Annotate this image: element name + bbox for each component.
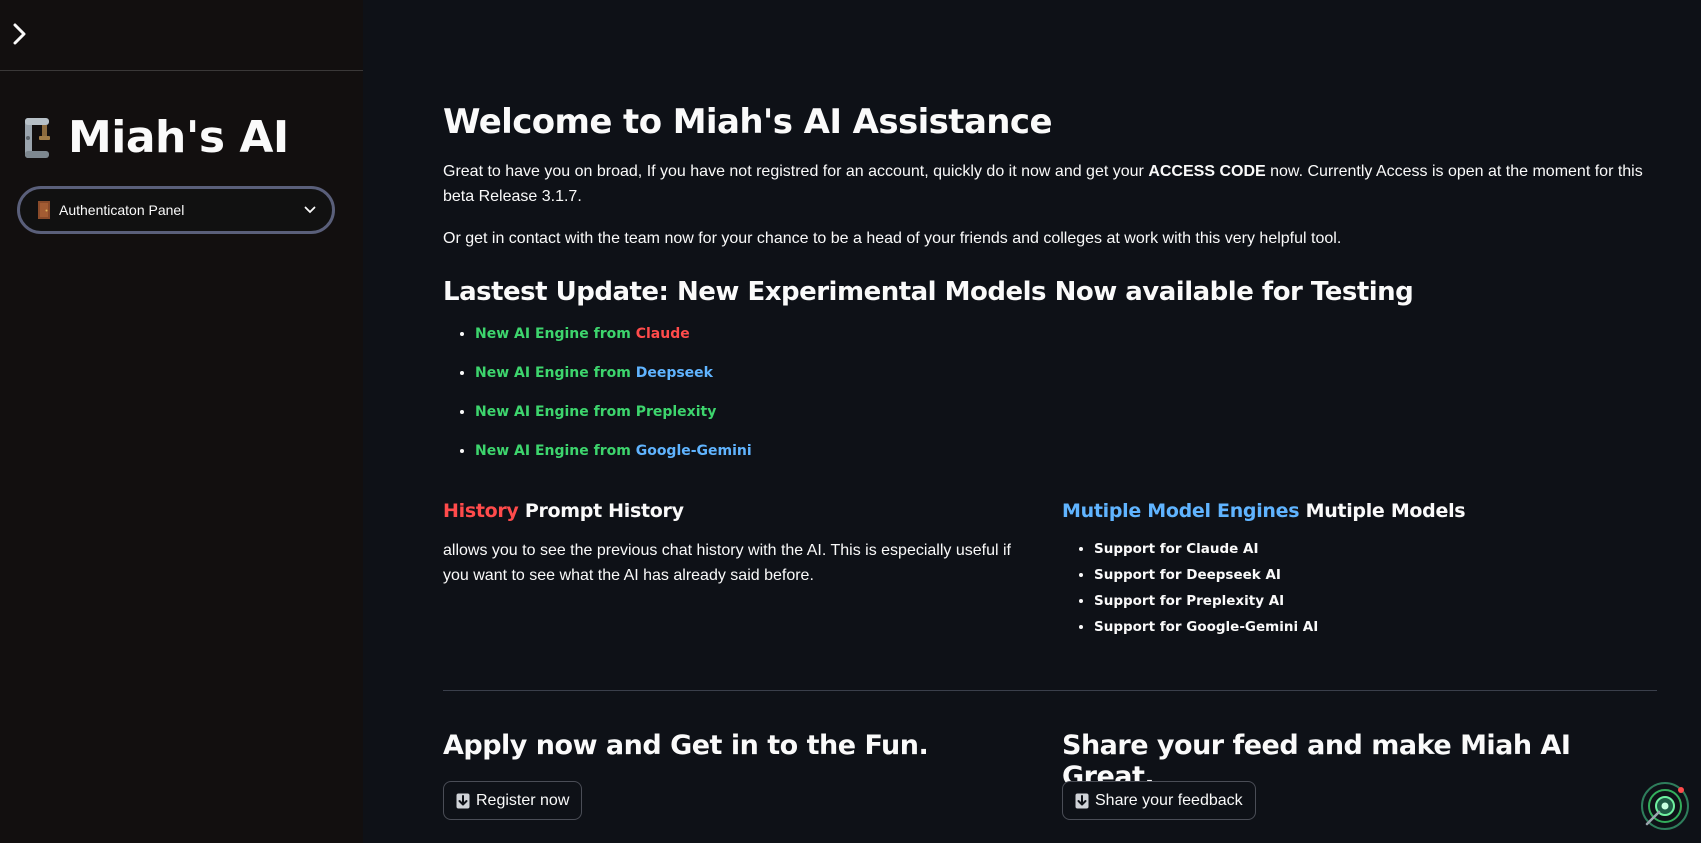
access-code-text: ACCESS CODE [1148,163,1266,180]
list-item: New AI Engine from Preplexity [475,404,752,443]
engine-name: Claude [635,326,690,342]
chevron-down-icon [304,206,316,214]
models-title: Mutiple Models [1299,500,1466,522]
list-item: Support for Preplexity AI [1094,593,1318,619]
history-description: allows you to see the previous chat hist… [443,542,1011,584]
intro-paragraph: Great to have you on broad, If you have … [443,159,1657,209]
history-title: Prompt History [518,500,684,522]
engine-prefix: New AI Engine from [475,365,636,381]
expand-sidebar-button[interactable] [8,20,32,48]
register-button[interactable]: Register now [443,781,583,820]
down-arrow-icon [456,793,470,808]
models-heading: Mutiple Model Engines Mutiple Models [1062,500,1466,522]
list-item: Support for Deepseek AI [1094,567,1318,593]
apply-heading: Apply now and Get in to the Fun. [443,730,929,761]
down-arrow-icon [1075,793,1089,808]
sidebar-header [0,0,363,71]
engine-name: Preplexity [635,404,717,420]
feedback-button-label: Share your feedback [1095,791,1243,809]
divider [443,690,1657,691]
list-item: Support for Claude AI [1094,541,1318,567]
sidebar-title: Miah's AI [68,112,289,163]
contact-paragraph: Or get in contact with the team now for … [443,230,1342,247]
list-item: Support for Google-Gemini AI [1094,619,1318,645]
history-heading: History Prompt History [443,500,684,522]
engine-prefix: New AI Engine from [475,326,636,342]
models-accent: Mutiple Model Engines [1062,500,1300,522]
authentication-panel-select[interactable]: Authenticaton Panel [17,186,335,234]
engine-list: New AI Engine from Claude New AI Engine … [443,326,752,482]
streamlit-status-icon[interactable] [1639,780,1691,832]
history-accent: History [443,500,519,522]
door-icon [38,201,50,219]
update-heading: Lastest Update: New Experimental Models … [443,277,1414,307]
engine-name: Deepseek [635,365,713,381]
chevron-right-icon [13,23,26,45]
clamp-icon [25,117,50,158]
sidebar: Miah's AI Authenticaton Panel [0,0,363,843]
engine-prefix: New AI Engine from [475,443,636,459]
page-title: Welcome to Miah's AI Assistance [443,102,1053,142]
main-content: Welcome to Miah's AI Assistance Great to… [443,0,1657,843]
engine-name: Google-Gemini [635,443,752,459]
feedback-button[interactable]: Share your feedback [1062,781,1256,820]
support-list: Support for Claude AI Support for Deepse… [1062,541,1318,645]
list-item: New AI Engine from Google-Gemini [475,443,752,482]
list-item: New AI Engine from Claude [475,326,752,365]
intro-text-1: Great to have you on broad, If you have … [443,163,1149,180]
register-button-label: Register now [476,791,570,809]
select-value: Authenticaton Panel [59,202,185,218]
list-item: New AI Engine from Deepseek [475,365,752,404]
engine-prefix: New AI Engine from [475,404,636,420]
sidebar-brand: Miah's AI [16,112,289,163]
